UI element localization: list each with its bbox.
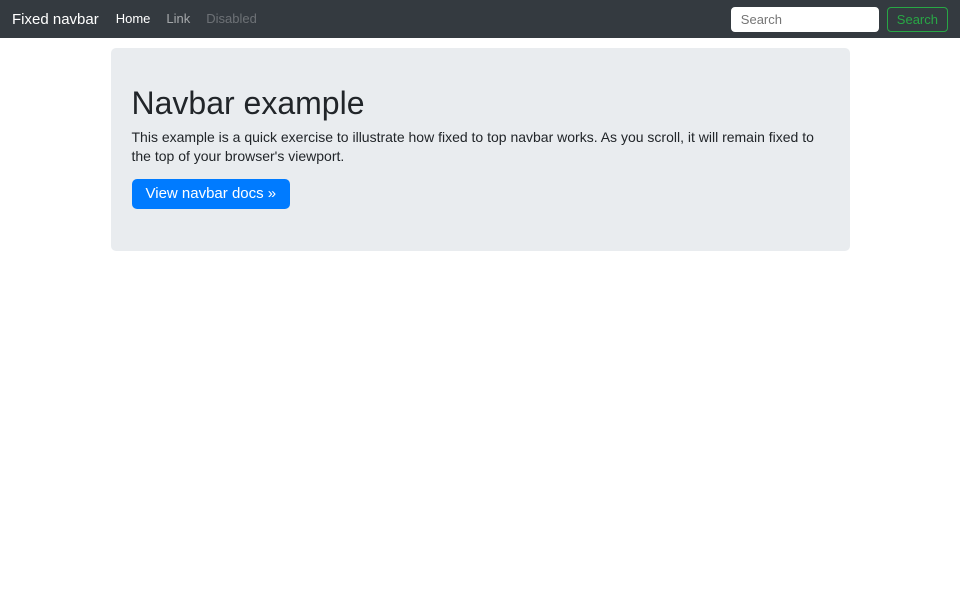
page-title: Navbar example xyxy=(132,85,829,122)
search-submit-button[interactable]: Search xyxy=(887,7,948,32)
jumbotron: Navbar example This example is a quick e… xyxy=(111,48,850,251)
page-description: This example is a quick exercise to illu… xyxy=(132,128,829,166)
nav-item-link[interactable]: Link xyxy=(158,11,198,26)
nav-item: Link xyxy=(158,10,198,28)
nav-item: Disabled xyxy=(198,10,265,28)
search-input[interactable] xyxy=(731,7,879,32)
nav-item-disabled: Disabled xyxy=(198,11,265,26)
navbar-nav: Home Link Disabled xyxy=(108,10,265,28)
nav-item-home[interactable]: Home xyxy=(108,11,159,26)
nav-item: Home xyxy=(108,10,159,28)
search-form: Search xyxy=(731,7,948,32)
navbar-brand[interactable]: Fixed navbar xyxy=(12,11,99,28)
top-navbar: Fixed navbar Home Link Disabled Search xyxy=(0,0,960,38)
view-navbar-docs-button[interactable]: View navbar docs » xyxy=(132,179,291,209)
